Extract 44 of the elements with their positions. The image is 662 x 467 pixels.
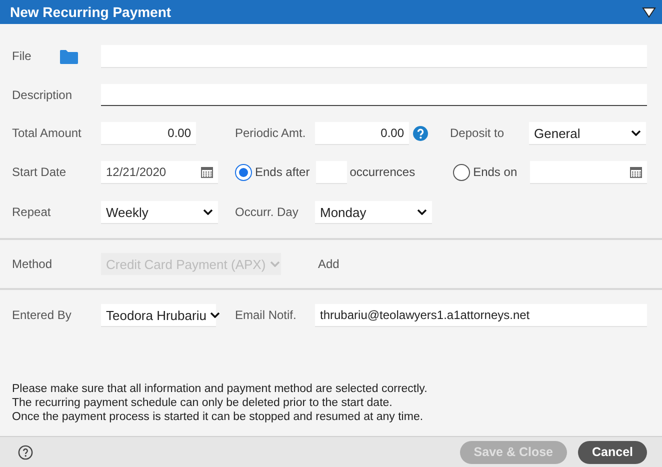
radio-label: Ends after [255, 165, 310, 179]
info-text: Once the payment process is started it can be stopped and resumed at any time. [12, 410, 424, 424]
field-label: Periodic Amt. [235, 126, 307, 140]
chevron-down-icon [417, 209, 427, 215]
field-label: Method [12, 257, 54, 271]
help-icon[interactable] [18, 444, 33, 460]
calendar-icon[interactable] [201, 166, 213, 178]
field-label: File [12, 49, 32, 63]
dialog-title: New Recurring Payment [10, 4, 172, 20]
calendar-icon[interactable] [630, 166, 642, 178]
collapse-triangle-icon[interactable] [642, 6, 656, 18]
info-text: Please make sure that all information and payment method are selected correctly. [12, 382, 428, 396]
dialog-button[interactable]: Cancel [578, 440, 647, 464]
radio-label: Ends on [473, 165, 518, 179]
chevron-down-icon [270, 261, 280, 267]
info-text: The recurring payment schedule can only be deleted prior to the start date. [12, 396, 394, 410]
field-label: Start Date [12, 165, 68, 179]
occurrences-label: occurrences [350, 165, 416, 179]
field-label: Repeat [12, 205, 52, 219]
total-amount-field[interactable]: 0.00 [101, 122, 196, 144]
description-field[interactable] [101, 84, 647, 106]
radio-button[interactable] [235, 164, 252, 180]
add-link[interactable]: Add [318, 257, 340, 271]
periodic-amount-field[interactable]: 0.00 [315, 122, 409, 144]
dropdown[interactable]: General [529, 122, 646, 144]
radio-button[interactable] [453, 164, 470, 180]
field-label: Total Amount [12, 126, 82, 140]
folder-icon[interactable] [60, 48, 78, 64]
field-label: Entered By [12, 308, 72, 322]
file-field[interactable] [101, 45, 647, 67]
email-field[interactable]: thrubariu@teolawyers1.a1attorneys.net [315, 304, 647, 326]
dropdown[interactable]: Monday [315, 201, 432, 223]
chevron-down-icon [210, 312, 220, 318]
field-label: Email Notif. [235, 308, 298, 322]
end-date-field[interactable] [530, 161, 647, 183]
field-label: Deposit to [450, 126, 506, 140]
start-date-field[interactable]: 12/21/2020 [101, 161, 218, 183]
chevron-down-icon [203, 209, 213, 215]
chevron-down-icon [631, 130, 641, 136]
dropdown[interactable]: Weekly [101, 201, 218, 223]
field-label: Occurr. Day [235, 205, 300, 219]
occurrences-field[interactable] [316, 161, 347, 183]
help-icon[interactable] [413, 126, 428, 140]
field-label: Description [12, 88, 74, 102]
